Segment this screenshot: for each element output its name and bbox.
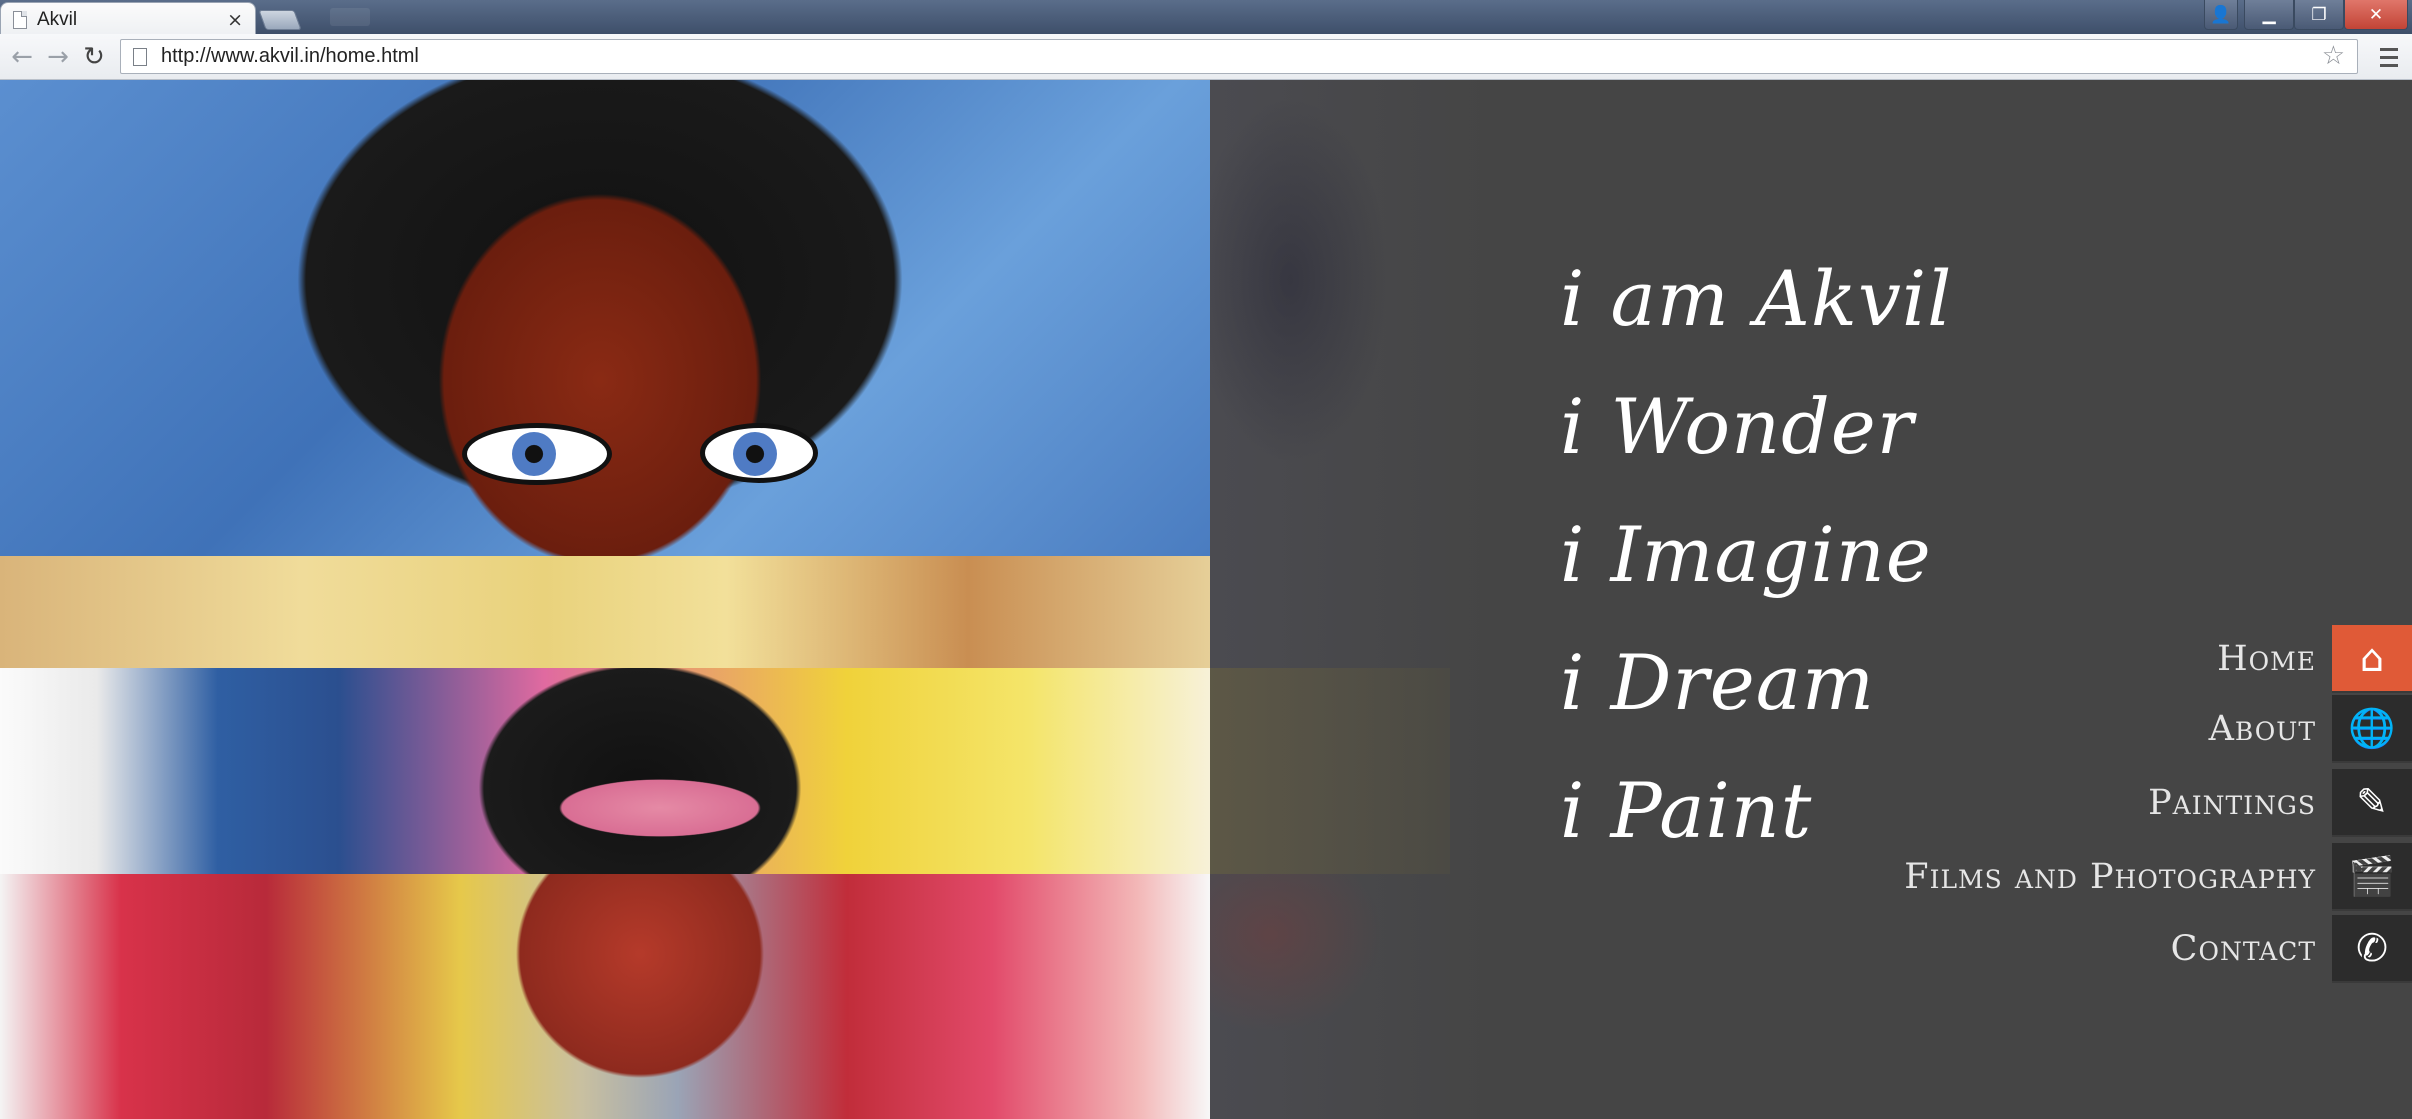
tab-close-icon[interactable]: × [227,9,243,31]
painting-band-beard [0,874,1210,1119]
new-tab-button[interactable] [258,10,302,30]
nav-item-label: Contact [2170,929,2316,969]
page-favicon-icon [13,10,27,29]
tagline-line: i Wonder [1560,382,1915,471]
painting-eye-left [462,423,612,485]
nav-item-paintings[interactable]: Paintings ✎ [2148,769,2412,837]
painting-shadow-top [1210,80,1480,556]
address-bar[interactable]: http://www.akvil.in/home.html ☆ [120,39,2358,74]
reload-icon[interactable]: ↻ [78,40,110,74]
nav-item-about[interactable]: About 🌐 [2209,695,2412,763]
phone-icon: ✆ [2332,915,2412,983]
url-text[interactable]: http://www.akvil.in/home.html [161,45,419,68]
page-content: i am Akvil i Wonder i Imagine i Dream i … [0,80,2412,1119]
browser-toolbar: ← → ↻ http://www.akvil.in/home.html ☆ [0,34,2412,80]
minimize-button[interactable]: ▁ [2244,0,2294,30]
bookmark-star-icon[interactable]: ☆ [2322,41,2345,71]
forward-arrow-icon[interactable]: → [42,40,74,74]
nav-item-label: About [2208,709,2316,749]
painting-band-eyes [0,80,1210,556]
globe-icon: 🌐 [2332,695,2412,763]
back-arrow-icon[interactable]: ← [6,40,38,74]
hero-painting [0,80,1210,1119]
maximize-button[interactable]: ❐ [2294,0,2344,30]
close-window-button[interactable]: ✕ [2344,0,2408,30]
brush-icon: ✎ [2332,769,2412,837]
browser-tab-strip: Akvil × 👤 ▁ ❐ ✕ [0,0,2412,36]
nav-item-contact[interactable]: Contact ✆ [2171,915,2412,983]
nav-item-label: Films and Photography [1904,857,2316,897]
browser-menu-icon[interactable] [2376,40,2402,74]
painting-band-mouth [0,668,1210,874]
hero-tagline: i am Akvil i Wonder i Imagine i Dream i … [1560,235,1953,875]
browser-tab-active[interactable]: Akvil × [0,2,256,36]
tagline-line: i Dream [1560,638,1876,727]
page-icon [133,47,147,66]
painting-shadow-middle [1210,668,1450,874]
painting-band-nose [0,556,1210,668]
nav-item-label: Home [2217,639,2316,679]
clapperboard-icon: 🎬 [2332,843,2412,911]
nav-item-films-and-photography[interactable]: Films and Photography 🎬 [1904,843,2412,911]
tabstrip-decoration [330,8,370,26]
home-icon: ⌂ [2332,625,2412,693]
tagline-line: i Imagine [1560,510,1932,599]
user-profile-button[interactable]: 👤 [2204,0,2238,30]
nav-item-label: Paintings [2148,783,2316,823]
nav-item-home[interactable]: Home ⌂ [2217,625,2412,693]
tagline-line: i Paint [1560,766,1813,855]
tagline-line: i am Akvil [1560,254,1953,343]
painting-shadow-bottom [1210,874,1450,1119]
tab-title: Akvil [37,8,78,30]
painting-eye-right [700,423,818,483]
